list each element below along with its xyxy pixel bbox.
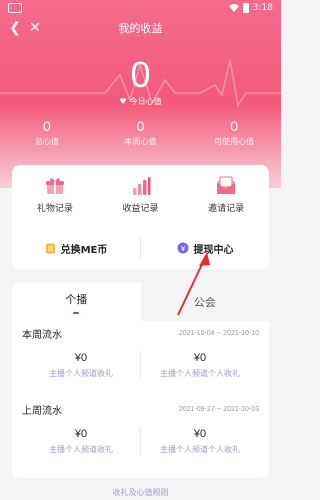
this-week-section: 本周流水 2021-10-04 -- 2021-10-10 ¥0 主播个人频道收… (12, 321, 269, 385)
stat-label: 可使用心值 (214, 137, 255, 146)
section-title: 本周流水 (22, 329, 62, 341)
stats-row: 0 总心值 0 本周心值 0 可使用心值 (0, 118, 281, 147)
rules-link[interactable]: 收礼及心值规则 (0, 487, 281, 498)
exchange-me-coin-button[interactable]: 兑换ME币 (12, 233, 140, 263)
flow-desc: 主播个人频道收礼 (49, 368, 113, 378)
flow-desc: 主播个人频道个人收礼 (160, 368, 240, 378)
flow-amount: ¥0 (193, 427, 207, 440)
flow-cell: ¥0 主播个人频道个人收礼 (141, 421, 259, 461)
flow-card: 个播 公会 本周流水 2021-10-04 -- 2021-10-10 ¥0 主… (12, 283, 269, 478)
gift-record-label: 礼物记录 (36, 204, 73, 214)
date-range: 2021-09-27 -- 2021-10-03 (178, 405, 259, 413)
envelope-icon (217, 176, 236, 194)
flow-cell: ¥0 主播个人频道个人收礼 (141, 345, 259, 385)
battery-icon (242, 3, 249, 13)
flow-cell: ¥0 主播个人频道收礼 (22, 421, 140, 461)
exchange-label: 兑换ME币 (60, 244, 108, 256)
tab-label: 公会 (193, 296, 216, 309)
stat-value: 0 (136, 118, 145, 134)
stat-value: 0 (230, 118, 239, 134)
income-record-button[interactable]: 收益记录 (98, 175, 184, 225)
withdraw-label: 提现中心 (193, 244, 234, 256)
tab-label: 个播 (65, 292, 88, 306)
stat-week: 0 本周心值 (94, 118, 188, 147)
wifi-icon (228, 4, 239, 12)
stat-label: 总心值 (34, 137, 59, 146)
actions-card: 礼物记录 收益记录 邀请记录 兑换ME币 提现中心 (12, 165, 269, 269)
invite-record-button[interactable]: 邀请记录 (183, 175, 269, 225)
status-app-icon (8, 3, 22, 13)
stat-available: 0 可使用心值 (187, 118, 281, 147)
today-label: 今日心值 (129, 97, 162, 106)
gift-icon (45, 178, 64, 194)
status-time: 3:18 (252, 3, 273, 13)
flow-cell: ¥0 主播个人频道收礼 (22, 345, 140, 385)
today-label-row: ♥ 今日心值 (0, 96, 281, 107)
purse-icon (177, 242, 188, 254)
heart-icon: ♥ (119, 97, 127, 106)
flow-amount: ¥0 (193, 351, 207, 364)
flow-amount: ¥0 (74, 351, 88, 364)
flow-amount: ¥0 (74, 427, 88, 440)
withdraw-center-button[interactable]: 提现中心 (141, 233, 269, 263)
stat-total: 0 总心值 (0, 118, 94, 147)
section-title: 上周流水 (22, 405, 62, 417)
stat-value: 0 (42, 118, 51, 134)
gift-record-button[interactable]: 礼物记录 (12, 175, 98, 225)
today-value: 0 (130, 54, 151, 95)
nav-bar: ❮ ✕ 我的收益 (0, 16, 281, 40)
income-record-label: 收益记录 (122, 204, 159, 214)
last-week-section: 上周流水 2021-09-27 -- 2021-10-03 ¥0 主播个人频道收… (12, 397, 269, 461)
stat-label: 本周心值 (124, 137, 157, 146)
flow-desc: 主播个人频道个人收礼 (160, 444, 240, 454)
tab-underline (73, 311, 80, 314)
tab-personal[interactable]: 个播 (12, 283, 141, 321)
flow-desc: 主播个人频道收礼 (49, 444, 113, 454)
tab-guild[interactable]: 公会 (140, 283, 269, 321)
back-icon[interactable]: ❮ (6, 19, 24, 37)
bar-chart-icon (132, 177, 150, 195)
invite-record-label: 邀请记录 (208, 204, 245, 214)
coin-icon (45, 243, 55, 253)
date-range: 2021-10-04 -- 2021-10-10 (178, 329, 259, 337)
close-icon[interactable]: ✕ (26, 19, 44, 37)
status-bar: 3:18 (0, 0, 281, 16)
